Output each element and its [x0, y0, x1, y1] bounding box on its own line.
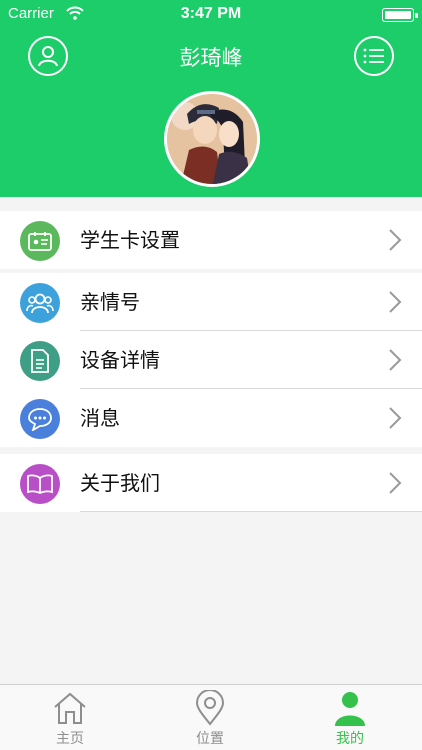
menu-item-student-card[interactable]: 学生卡设置 — [0, 211, 422, 269]
profile-header: Carrier 3:47 PM 彭琦峰 — [0, 0, 422, 197]
tab-location[interactable]: 位置 — [160, 685, 260, 750]
battery-icon — [382, 8, 418, 22]
menu-group-about: 关于我们 — [0, 454, 422, 512]
chevron-right-icon — [389, 472, 402, 494]
menu-item-label: 亲情号 — [80, 290, 140, 314]
tab-label: 我的 — [336, 731, 364, 747]
id-card-icon — [20, 221, 60, 261]
menu-button[interactable] — [354, 36, 394, 76]
location-pin-icon — [195, 690, 225, 726]
book-icon — [20, 464, 60, 504]
avatar[interactable] — [164, 91, 260, 187]
menu-item-label: 消息 — [80, 406, 120, 430]
chevron-right-icon — [389, 349, 402, 371]
avatar-image — [167, 94, 257, 184]
message-icon — [20, 399, 60, 439]
row-divider — [80, 511, 422, 512]
menu-item-device-details[interactable]: 设备详情 — [0, 331, 422, 389]
clock: 3:47 PM — [180, 5, 242, 22]
menu-item-messages[interactable]: 消息 — [0, 389, 422, 447]
chevron-right-icon — [389, 291, 402, 313]
menu-item-label: 学生卡设置 — [80, 228, 180, 252]
menu-group-main: 亲情号 设备详情 消息 — [0, 273, 422, 447]
family-icon — [20, 283, 60, 323]
tab-label: 主页 — [56, 731, 84, 747]
menu-item-about-us[interactable]: 关于我们 — [0, 454, 422, 512]
tab-bar: 主页 位置 我的 — [0, 684, 422, 750]
menu-item-label: 设备详情 — [80, 348, 160, 372]
menu-item-label: 关于我们 — [80, 471, 160, 495]
tab-label: 位置 — [196, 731, 224, 747]
chevron-right-icon — [389, 229, 402, 251]
chevron-right-icon — [389, 407, 402, 429]
document-icon — [20, 341, 60, 381]
status-bar: Carrier 3:47 PM — [0, 0, 422, 30]
menu-group-card: 学生卡设置 — [0, 211, 422, 269]
menu-item-family-number[interactable]: 亲情号 — [0, 273, 422, 331]
tab-mine[interactable]: 我的 — [300, 685, 400, 750]
profile-screen: Carrier 3:47 PM 彭琦峰 学生卡设置 亲情号 设备详情 消息 关于… — [0, 0, 422, 750]
tab-home[interactable]: 主页 — [20, 685, 120, 750]
person-icon — [335, 692, 365, 726]
list-menu-icon — [363, 48, 384, 64]
home-icon — [54, 692, 86, 724]
